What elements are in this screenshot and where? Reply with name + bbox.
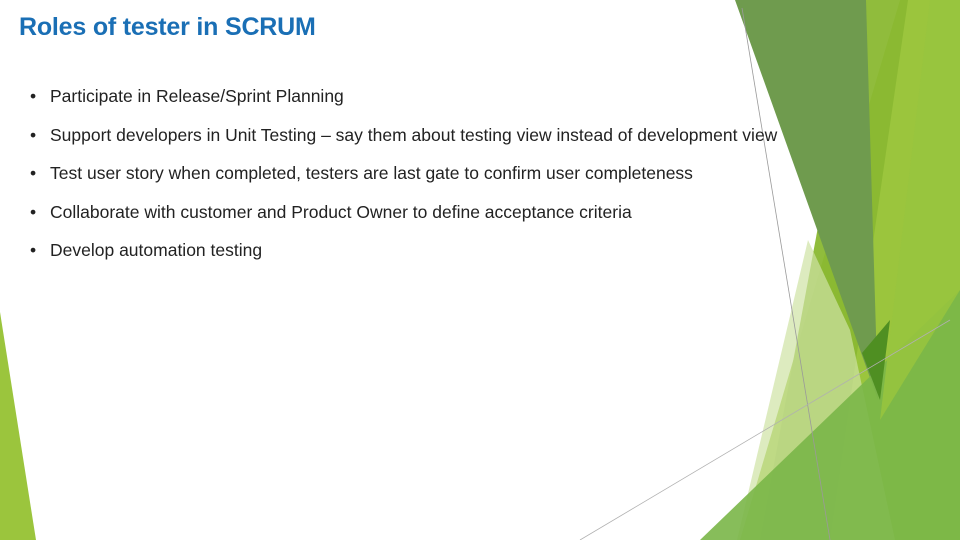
- bullet-icon: •: [30, 124, 37, 145]
- slide: Roles of tester in SCRUM • Participate i…: [0, 0, 960, 540]
- background-decoration: [0, 0, 960, 540]
- left-green-shape: [0, 312, 36, 540]
- bullet-icon: •: [30, 86, 37, 106]
- bullet-text: Support developers in Unit Testing – say…: [50, 124, 778, 145]
- bullet-text: Participate in Release/Sprint Planning: [50, 86, 344, 106]
- slide-title: Roles of tester in SCRUM: [19, 13, 316, 41]
- bullet-text: Collaborate with customer and Product Ow…: [50, 201, 632, 222]
- bullet-text: Develop automation testing: [50, 240, 263, 260]
- bullet-icon: •: [30, 201, 37, 222]
- bullet-icon: •: [30, 163, 37, 183]
- bullet-text: Test user story when completed, testers …: [50, 163, 693, 183]
- bullet-icon: •: [30, 240, 37, 260]
